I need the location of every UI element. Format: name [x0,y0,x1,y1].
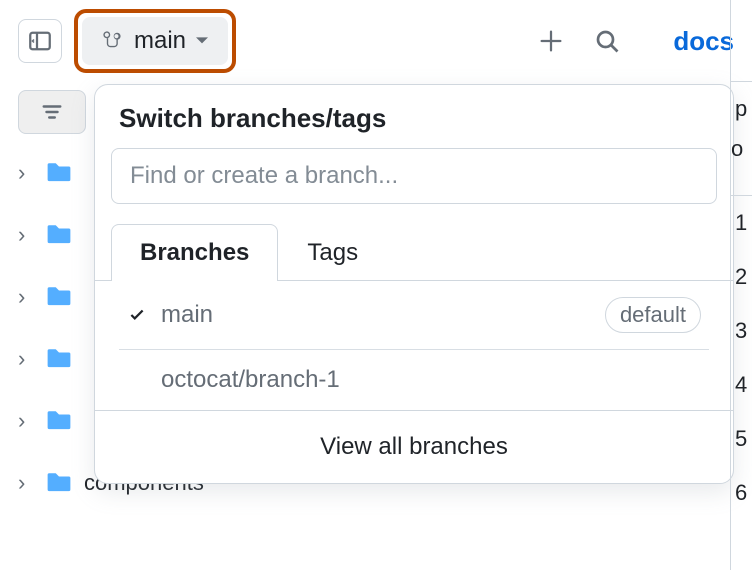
tab-tags[interactable]: Tags [278,224,387,281]
branch-selector-highlight: main [74,9,236,73]
folder-icon [46,222,72,248]
line-number: 2 [731,250,752,304]
view-all-branches-link[interactable]: View all branches [95,410,733,483]
branch-switcher-popover: Switch branches/tags Branches Tags main … [94,84,734,484]
chevron-right-icon: › [18,160,34,186]
branch-selector-label: main [134,27,186,55]
filter-button[interactable] [18,90,86,134]
filter-icon [41,101,63,123]
branch-search-input[interactable] [111,148,717,204]
chevron-right-icon: › [18,346,34,372]
branch-name: main [161,301,213,329]
chevron-right-icon: › [18,222,34,248]
add-button[interactable] [529,19,573,63]
right-gutter: p o 1 2 3 4 5 6 [730,0,752,570]
folder-icon [46,160,72,186]
panel-icon [28,29,52,53]
folder-icon [46,408,72,434]
side-panel-toggle[interactable] [18,19,62,63]
folder-icon [46,346,72,372]
search-icon [595,29,619,53]
plus-icon [539,29,563,53]
branch-row[interactable]: main default [119,281,709,350]
branch-name: octocat/branch-1 [161,366,340,394]
gutter-text: o [731,136,752,196]
line-number: 4 [731,358,752,412]
branch-row[interactable]: octocat/branch-1 [119,350,709,410]
default-badge: default [605,297,701,333]
check-icon [127,306,147,324]
folder-icon [46,470,72,496]
chevron-right-icon: › [18,284,34,310]
gutter-text: p [731,82,752,136]
chevron-right-icon: › [18,408,34,434]
branch-selector-button[interactable]: main [82,17,228,65]
tab-branches[interactable]: Branches [111,224,278,281]
docs-link[interactable]: docs [673,26,734,57]
line-number: 6 [731,466,752,520]
chevron-right-icon: › [18,470,34,496]
line-number: 3 [731,304,752,358]
search-button[interactable] [585,19,629,63]
line-number: 5 [731,412,752,466]
caret-down-icon [196,35,208,47]
folder-icon [46,284,72,310]
line-number: 1 [731,196,752,250]
popover-title: Switch branches/tags [95,103,733,134]
git-branch-icon [102,30,124,52]
